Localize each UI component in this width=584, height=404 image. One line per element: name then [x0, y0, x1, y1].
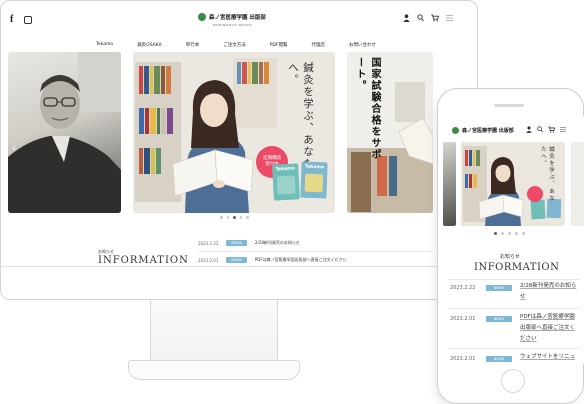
monitor-stand — [150, 300, 278, 362]
cart-icon[interactable] — [548, 126, 556, 135]
slider-dot[interactable] — [508, 232, 511, 235]
phone-news-date: 2023.2.01 — [450, 356, 476, 362]
phone-slide-prev[interactable] — [443, 142, 456, 226]
logo-mark-icon — [452, 127, 459, 134]
phone-news-date: 2023.2.01 — [450, 316, 476, 322]
main-nav: Tekamo 鍼灸OSAKA 単行本 ご注文方法 PDF閲覧 代理店 お問い合わ… — [96, 42, 376, 48]
news-divider — [448, 308, 580, 309]
exam-support-copy: 国家試験合格をサポート。 — [354, 57, 380, 161]
phone-news-tag: NEWS — [486, 285, 512, 291]
news-divider — [448, 348, 580, 349]
logo-subtitle: MORINOMIYA BOOKS — [213, 23, 253, 27]
search-icon[interactable] — [417, 14, 424, 24]
phone-slide-main[interactable]: 鍼灸を学ぶ、あなたへ。 — [461, 142, 565, 226]
monitor-bezel-line — [0, 266, 478, 267]
phone-slider-dots — [494, 232, 525, 235]
header-icons — [403, 14, 453, 24]
instagram-icon[interactable] — [24, 16, 32, 24]
slider-dot-active[interactable] — [494, 232, 497, 235]
slider-dots — [220, 216, 249, 219]
phone-news-heading: INFORMATION — [474, 262, 560, 273]
slider-dot[interactable] — [501, 232, 504, 235]
prev-slide-arrow-icon[interactable]: ‹ — [12, 143, 16, 154]
phone-news-tag: NEWS — [486, 356, 512, 362]
nav-item-shinkyu-osaka[interactable]: 鍼灸OSAKA — [137, 42, 162, 48]
phone-slide-next[interactable] — [571, 142, 584, 226]
news-tag: NEWS — [226, 257, 247, 263]
book-cover-1: Tekamo — [272, 163, 300, 201]
phone-news-date: 2023.2.22 — [450, 285, 476, 291]
menu-icon[interactable] — [446, 14, 453, 24]
menu-icon[interactable] — [560, 126, 566, 135]
news-divider — [198, 251, 433, 252]
book-title-2: Tekamo — [304, 164, 325, 171]
news-row[interactable]: 2023.2.22 NEWS 2/28新刊発売のお知らせ — [198, 240, 300, 246]
phone-site-logo[interactable]: 森ノ宮医療学園 出版部 — [452, 127, 514, 134]
slider-dot[interactable] — [226, 216, 229, 219]
nav-item-contact[interactable]: お問い合わせ — [349, 42, 376, 48]
phone-news-title[interactable]: ウェブサイトをリニュ — [520, 352, 580, 362]
nav-item-pdf[interactable]: PDF閲覧 — [270, 42, 288, 48]
book-cover-2: Tekamo — [300, 161, 328, 199]
phone-news-tag: NEWS — [486, 316, 512, 322]
nav-item-tekamo[interactable]: Tekamo — [96, 42, 113, 48]
news-date: 2023.2.22 — [198, 240, 219, 246]
slide-main[interactable]: 鍼灸を学ぶ、あなたへ。 定期購読 受付中 Tekamo Tekamo — [133, 52, 335, 213]
nav-item-order[interactable]: ご注文方法 — [223, 42, 246, 48]
site-logo[interactable]: 森ノ宮医療学園 出版部 — [198, 13, 266, 21]
news-row[interactable]: 2023.2.01 NEWS PDFは森ノ宮医療学園出版部へ直接ご注文ください — [198, 257, 347, 263]
phone-news-label-small: お知らせ — [500, 254, 520, 260]
slide-portrait[interactable] — [8, 52, 121, 213]
news-title[interactable]: PDFは森ノ宮医療学園出版部へ直接ご注文ください — [255, 257, 347, 263]
cart-icon[interactable] — [431, 14, 440, 24]
slider-dot[interactable] — [220, 216, 223, 219]
monitor-base — [128, 360, 300, 380]
news-date: 2023.2.01 — [198, 257, 219, 263]
slider-dot[interactable] — [522, 232, 525, 235]
slider-dot[interactable] — [239, 216, 242, 219]
logo-mark-icon — [198, 13, 206, 21]
slider-dot[interactable] — [246, 216, 249, 219]
news-divider — [448, 279, 580, 280]
phone-home-button[interactable] — [501, 369, 525, 393]
news-title[interactable]: 2/28新刊発売のお知らせ — [255, 240, 300, 246]
slider-dot-active[interactable] — [233, 216, 236, 219]
user-icon[interactable] — [403, 14, 410, 24]
nav-item-agency[interactable]: 代理店 — [311, 42, 325, 48]
phone-header-icons — [526, 126, 566, 135]
slide-exam[interactable]: 国家試験合格をサポート。 — [347, 52, 433, 213]
nav-item-books[interactable]: 単行本 — [186, 42, 200, 48]
news-tag: NEWS — [226, 240, 247, 246]
phone-news-title[interactable]: PDFは森ノ宮医療学園出版部へ直接ご注文ください — [520, 312, 580, 345]
phone-news-title[interactable]: 2/28新刊発売のお知らせ — [520, 281, 580, 303]
phone-logo-text: 森ノ宮医療学園 出版部 — [462, 128, 514, 134]
user-icon[interactable] — [526, 126, 532, 135]
logo-text: 森ノ宮医療学園 出版部 — [209, 15, 266, 21]
slider-dot[interactable] — [515, 232, 518, 235]
facebook-icon[interactable]: f — [10, 14, 13, 25]
search-icon[interactable] — [537, 126, 543, 135]
news-heading: INFORMATION — [98, 255, 189, 266]
book-title-1: Tekamo — [275, 166, 296, 173]
phone-speaker — [494, 104, 524, 107]
phone-hero-copy: 鍼灸を学ぶ、あなたへ。 — [540, 146, 554, 202]
